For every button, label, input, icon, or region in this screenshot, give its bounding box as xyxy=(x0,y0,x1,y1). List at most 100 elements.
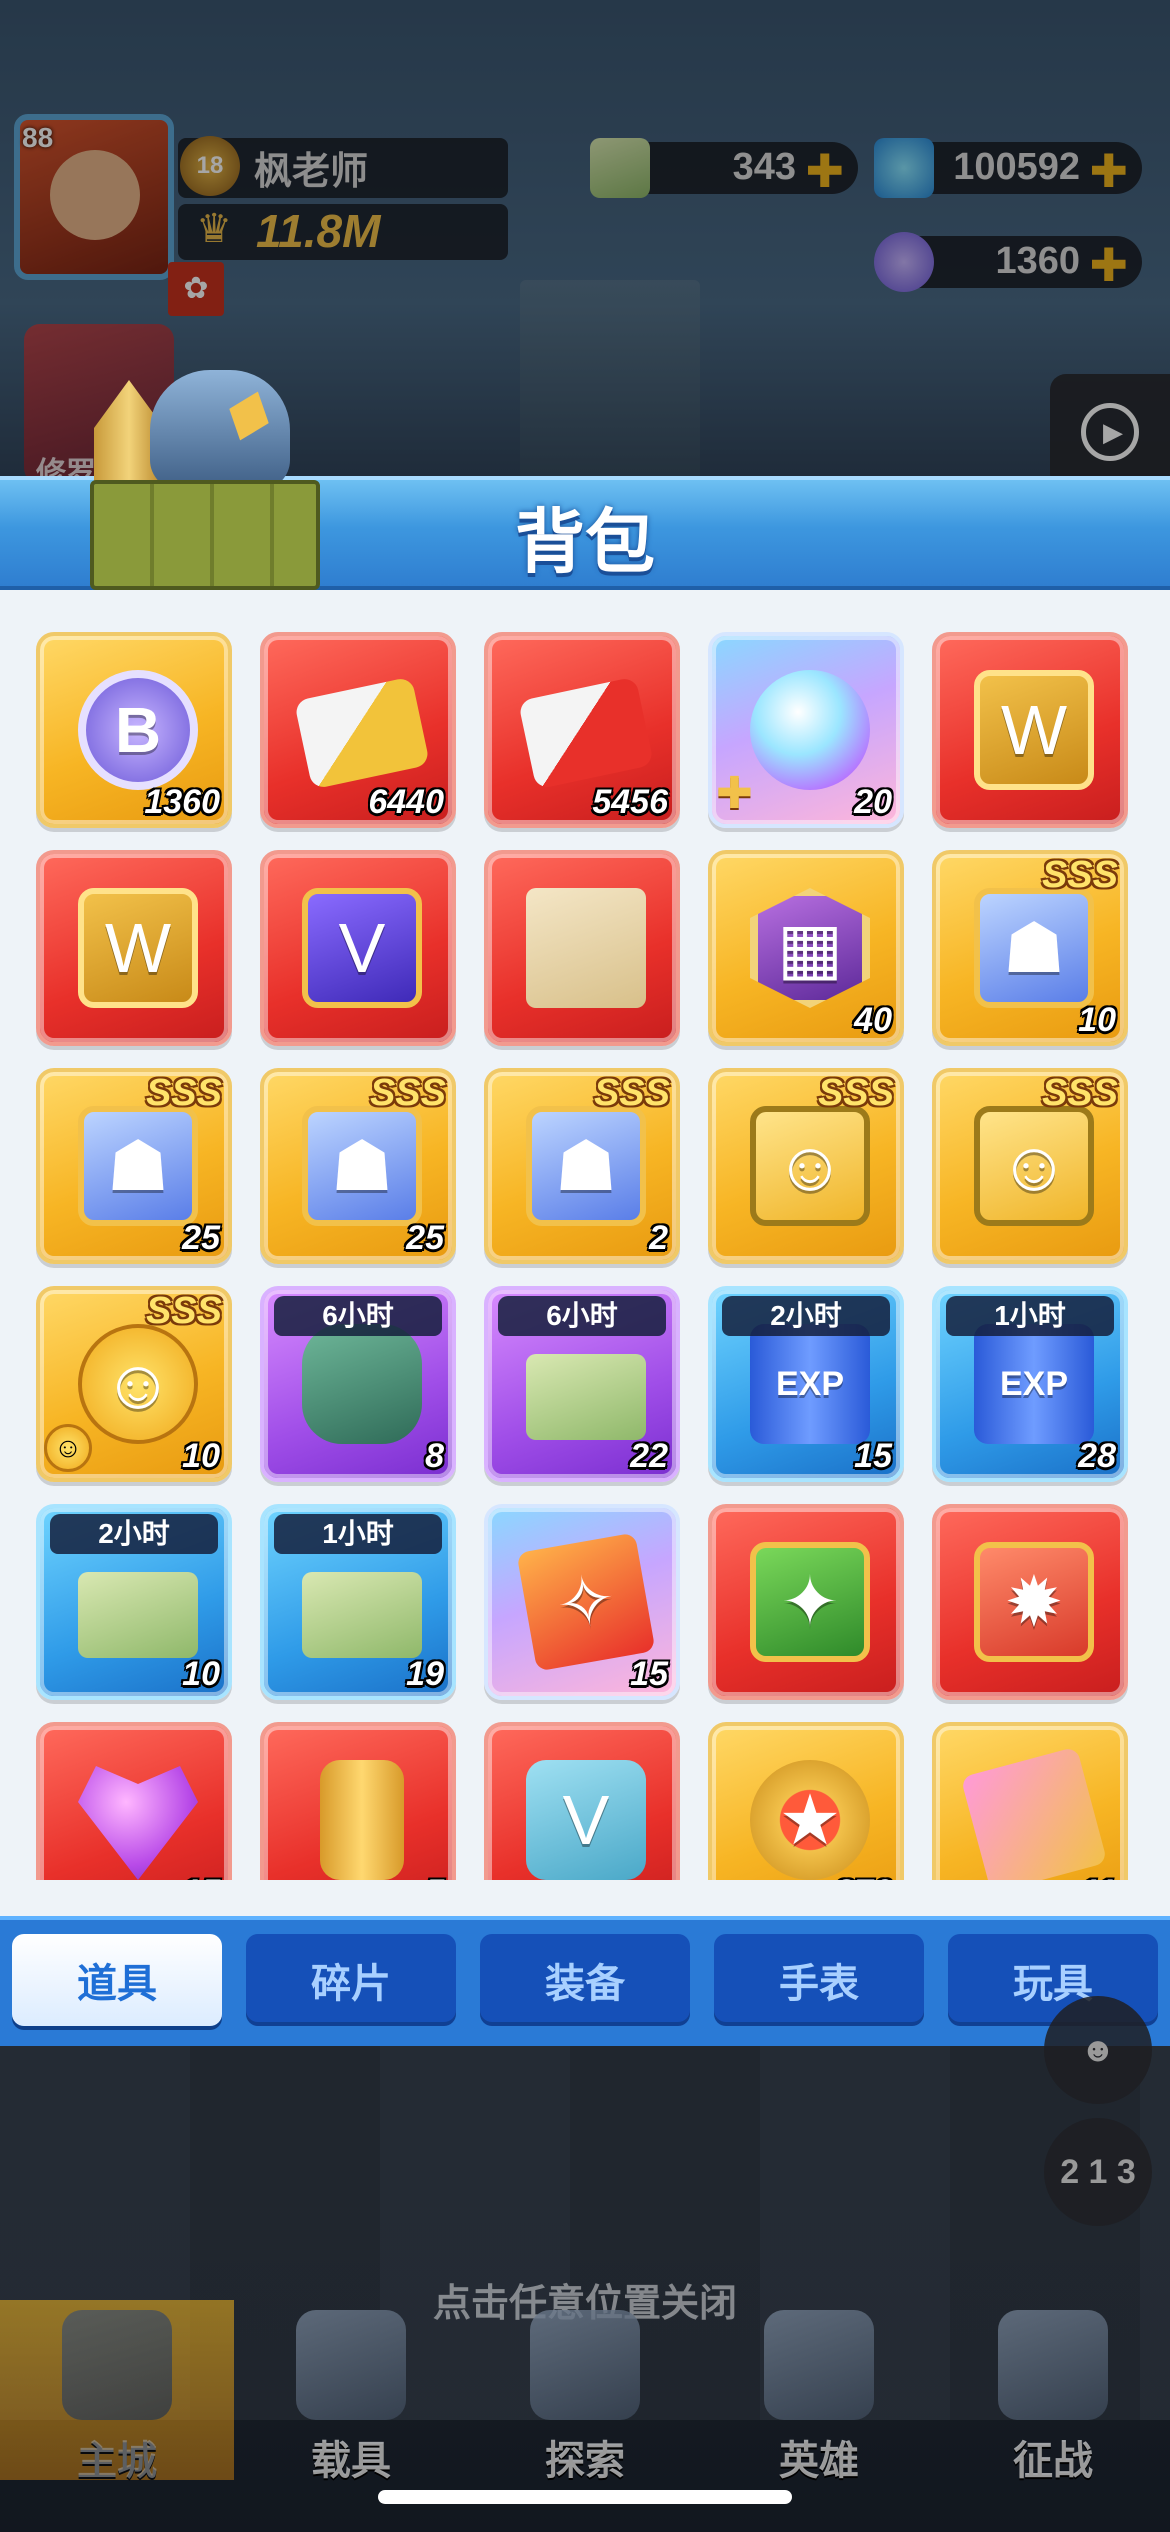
building-shield-icon: ▦ xyxy=(750,888,870,1008)
backpack-item[interactable]: ★370 xyxy=(708,1722,904,1880)
backpack-item[interactable]: 15 xyxy=(36,1722,232,1880)
ranking-podium-button[interactable]: 2 1 3 xyxy=(1044,2118,1152,2226)
backpack-item[interactable]: ✹ xyxy=(932,1504,1128,1700)
nav-label: 主城 xyxy=(77,2439,157,2483)
sss-smile-icon: ☺ xyxy=(78,1324,198,1444)
rarity-tag: SSS xyxy=(593,1072,670,1114)
green-book-icon: ✦ xyxy=(750,1542,870,1662)
sss-hero-doc-icon: ☺ xyxy=(974,1106,1094,1226)
item-count: 40 xyxy=(854,1001,892,1039)
side-avatar-button[interactable]: ☻ xyxy=(1044,1996,1152,2104)
smile-badge-icon: ☺ xyxy=(44,1424,92,1472)
nav-mech[interactable]: 载具 xyxy=(234,2300,468,2483)
chip-card-icon xyxy=(960,1746,1108,1880)
rarity-tag: SSS xyxy=(1041,854,1118,896)
backpack-item[interactable] xyxy=(484,850,680,1046)
duration-tag: 1小时 xyxy=(274,1514,442,1554)
item-count: 11 xyxy=(1081,1873,1116,1880)
backpack-item[interactable]: ☺ SSS ☺ 10 xyxy=(36,1286,232,1482)
nav-label: 英雄 xyxy=(779,2439,859,2483)
backpack-item[interactable]: EXP 2小时 15 xyxy=(708,1286,904,1482)
b-coin-icon: B xyxy=(78,670,198,790)
item-count: 25 xyxy=(182,1219,220,1257)
nav-globe[interactable]: 探索 xyxy=(468,2300,702,2483)
item-count: 370 xyxy=(835,1873,892,1880)
backpack-item[interactable]: V xyxy=(484,1722,680,1880)
backpack-item[interactable]: ✦ xyxy=(708,1504,904,1700)
backpack-item[interactable]: 2小时 10 xyxy=(36,1504,232,1700)
exp-can-icon: EXP xyxy=(974,1324,1094,1444)
item-count: 10 xyxy=(182,1655,220,1693)
nav-label: 载具 xyxy=(311,2439,391,2483)
tab-fragments[interactable]: 碎片 xyxy=(246,1934,456,2026)
backpack-item[interactable]: ☺ SSS xyxy=(932,1068,1128,1264)
cash-stack-icon xyxy=(526,1354,646,1440)
sss-robot-doc-icon: ☗ xyxy=(302,1106,422,1226)
backpack-item[interactable]: 1小时 19 xyxy=(260,1504,456,1700)
treasure-map-icon xyxy=(526,888,646,1008)
backpack-item[interactable]: ☗ SSS 10 xyxy=(932,850,1128,1046)
duration-tag: 6小时 xyxy=(274,1296,442,1336)
duration-tag: 1小时 xyxy=(946,1296,1114,1336)
red-book-icon: ✹ xyxy=(974,1542,1094,1662)
nav-label: 征战 xyxy=(1013,2439,1093,2483)
backpack-item[interactable]: ☗ SSS 25 xyxy=(36,1068,232,1264)
item-count: 5 xyxy=(425,1873,444,1880)
item-count: 5456 xyxy=(592,783,668,821)
red-ticket-icon: ✧ xyxy=(516,1532,656,1672)
backpack-item[interactable]: ☗ SSS 2 xyxy=(484,1068,680,1264)
backpack-item[interactable]: 6小时 8 xyxy=(260,1286,456,1482)
mech-icon xyxy=(296,2310,406,2420)
backpack-item[interactable]: ☺ SSS xyxy=(708,1068,904,1264)
home-indicator xyxy=(378,2490,792,2504)
item-count: 15 xyxy=(854,1437,892,1475)
duration-tag: 6小时 xyxy=(498,1296,666,1336)
cash-stack-icon xyxy=(78,1572,198,1658)
tab-watch[interactable]: 手表 xyxy=(714,1934,924,2026)
backpack-item[interactable]: ✧ 15 xyxy=(484,1504,680,1700)
globe-icon xyxy=(530,2310,640,2420)
backpack-item[interactable]: 6小时 22 xyxy=(484,1286,680,1482)
backpack-item[interactable]: W xyxy=(932,632,1128,828)
backpack-item[interactable]: W xyxy=(36,850,232,1046)
item-count: 20 xyxy=(854,783,892,821)
crate-shape xyxy=(90,480,320,590)
backpack-item[interactable]: ✚ 20 xyxy=(708,632,904,828)
tab-equipment[interactable]: 装备 xyxy=(480,1934,690,2026)
tab-items[interactable]: 道具 xyxy=(12,1934,222,2026)
backpack-item[interactable]: 5 xyxy=(260,1722,456,1880)
backpack-item[interactable]: V xyxy=(260,850,456,1046)
item-count: 15 xyxy=(182,1873,220,1880)
item-count: 28 xyxy=(1078,1437,1116,1475)
backpack-item[interactable]: B 1360 xyxy=(36,632,232,828)
battle-icon xyxy=(998,2310,1108,2420)
backpack-item[interactable]: 5456 xyxy=(484,632,680,828)
nav-hero[interactable]: 英雄 xyxy=(702,2300,936,2483)
supply-chest-icon xyxy=(80,350,330,590)
backpack-item[interactable]: ☗ SSS 25 xyxy=(260,1068,456,1264)
sss-robot-doc-icon: ☗ xyxy=(78,1106,198,1226)
star-medal-icon: ★ xyxy=(750,1760,870,1880)
sss-hero-doc-icon: ☺ xyxy=(750,1106,870,1226)
item-count: 19 xyxy=(406,1655,444,1693)
hero-icon xyxy=(764,2310,874,2420)
sss-robot-doc-icon: ☗ xyxy=(526,1106,646,1226)
backpack-item[interactable]: 6440 xyxy=(260,632,456,828)
nav-battle[interactable]: 征战 xyxy=(936,2300,1170,2483)
item-count: 6440 xyxy=(368,783,444,821)
backpack-item[interactable]: 11 xyxy=(932,1722,1128,1880)
duration-tag: 2小时 xyxy=(50,1514,218,1554)
w-card-orb-icon: W xyxy=(78,888,198,1008)
nav-castle[interactable]: 主城 xyxy=(0,2300,234,2483)
backpack-item[interactable]: ▦ 40 xyxy=(708,850,904,1046)
item-grid[interactable]: B 1360 6440 5456 ✚ 20 W W V ▦ 40 ☗ SSS 10 ☗ SSS 25 ☗ SSS 25… xyxy=(0,620,1170,1880)
w-card-orb-icon: W xyxy=(974,670,1094,790)
duration-tag: 2小时 xyxy=(722,1296,890,1336)
item-count: 10 xyxy=(1078,1001,1116,1039)
rarity-tag: SSS xyxy=(369,1072,446,1114)
hat-shape xyxy=(150,370,290,490)
gold-card-icon xyxy=(293,676,431,790)
backpack-item[interactable]: EXP 1小时 28 xyxy=(932,1286,1128,1482)
item-count: 8 xyxy=(425,1437,444,1475)
purple-book-icon: V xyxy=(302,888,422,1008)
